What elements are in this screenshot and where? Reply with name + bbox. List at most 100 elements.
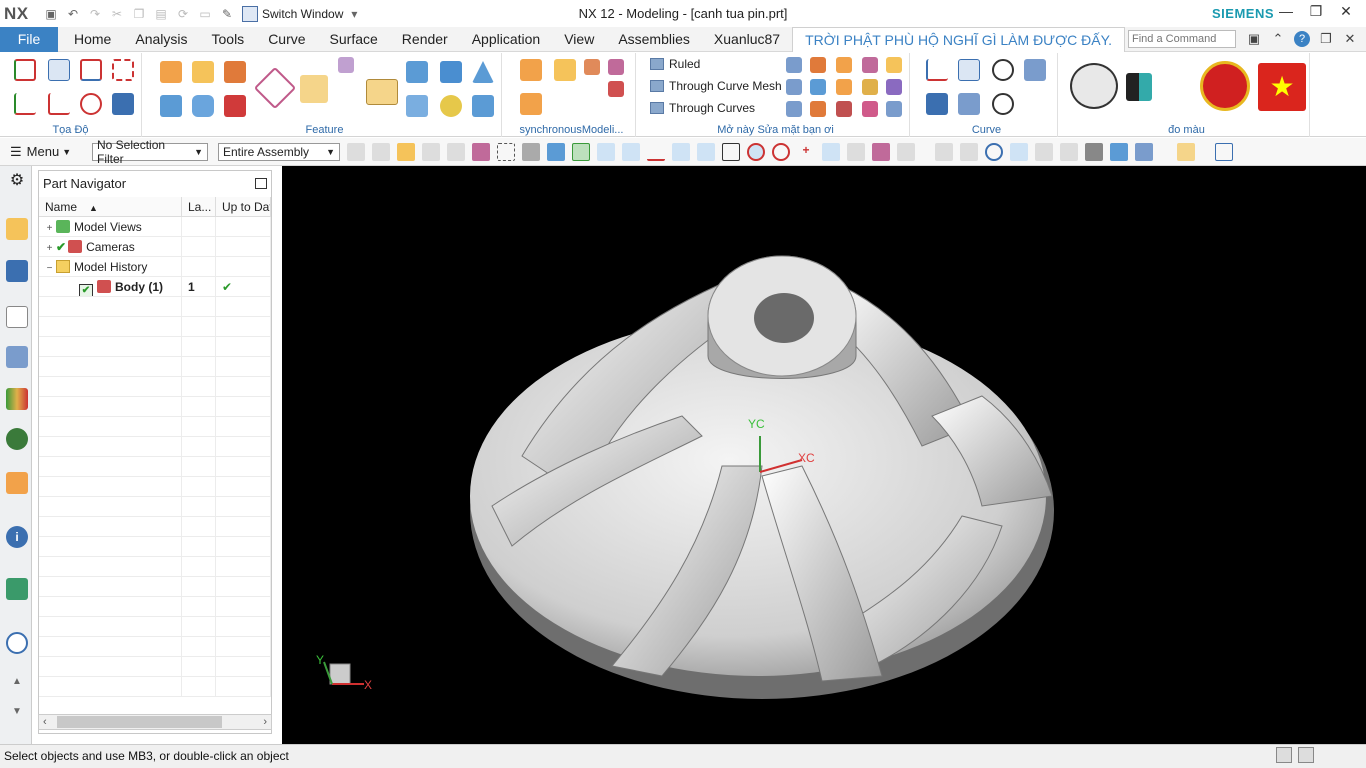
save-icon[interactable]: ▣ xyxy=(40,4,62,24)
tab-assemblies[interactable]: Assemblies xyxy=(606,27,702,52)
status-icon-2[interactable] xyxy=(1298,747,1314,763)
paste-icon[interactable]: ▤ xyxy=(150,4,172,24)
flag-icon[interactable]: ★ xyxy=(1258,63,1306,111)
expand-icon[interactable]: + xyxy=(45,239,54,256)
history-library-icon[interactable] xyxy=(6,388,28,410)
feature-select-icon[interactable] xyxy=(472,142,490,161)
restore-doc-icon[interactable]: ❐ xyxy=(1318,31,1334,47)
sphere-icon[interactable] xyxy=(440,95,462,117)
extend-sheet-icon[interactable] xyxy=(836,79,852,95)
color-picker-icon[interactable] xyxy=(1126,73,1152,101)
solid-icon[interactable] xyxy=(472,95,494,117)
maximize-navigator-icon[interactable] xyxy=(255,177,267,189)
shell-icon[interactable] xyxy=(338,57,354,73)
boolean-icon[interactable] xyxy=(224,95,246,117)
intersection-icon[interactable] xyxy=(672,142,690,161)
column-up-to-date[interactable]: Up to Dat xyxy=(216,197,271,216)
studio-surface-icon[interactable] xyxy=(810,57,826,73)
avatar-icon[interactable] xyxy=(1070,63,1118,109)
repeat-command-icon[interactable]: ⟳ xyxy=(172,4,194,24)
point-icon[interactable] xyxy=(992,59,1014,81)
revolve-icon[interactable] xyxy=(192,61,214,83)
resize-blend-icon[interactable] xyxy=(608,81,624,97)
close-doc-icon[interactable]: ✕ xyxy=(1342,31,1358,47)
rotate-view-icon[interactable] xyxy=(985,142,1003,161)
filter-icon[interactable] xyxy=(422,142,440,161)
tree-row-model-history[interactable]: − Model History xyxy=(39,257,271,277)
lasso-icon[interactable] xyxy=(447,142,465,161)
replace-face-icon[interactable] xyxy=(608,59,624,75)
scroll-right-icon[interactable]: › xyxy=(263,716,267,728)
info-icon[interactable]: i xyxy=(6,526,28,548)
offset-icon[interactable] xyxy=(406,95,428,117)
visibility-checkbox-icon[interactable]: ✔ xyxy=(79,284,93,296)
column-layer[interactable]: La... xyxy=(182,197,216,216)
wcs-rotate-icon[interactable] xyxy=(48,93,70,115)
through-curve-mesh-button[interactable]: Through Curve Mesh xyxy=(650,79,782,93)
point-on-surface-icon[interactable] xyxy=(847,142,865,161)
window-icon[interactable]: ▭ xyxy=(194,4,216,24)
undo-icon[interactable]: ↶ xyxy=(62,4,84,24)
fit-view-icon[interactable] xyxy=(935,142,953,161)
impeller-model[interactable]: YC XC X Y xyxy=(282,166,1366,744)
offset-region-icon[interactable] xyxy=(584,59,600,75)
cube-icon[interactable] xyxy=(440,61,462,83)
body-select-icon[interactable] xyxy=(522,142,540,161)
expand-icon[interactable]: + xyxy=(45,219,54,236)
emblem-icon[interactable] xyxy=(1200,61,1250,111)
enlarge-icon[interactable] xyxy=(862,79,878,95)
column-name[interactable]: Name ▲ xyxy=(39,197,182,216)
cylinder-icon[interactable] xyxy=(192,95,214,117)
circle-snap-icon[interactable] xyxy=(772,142,790,161)
tab-custom[interactable]: TRỜI PHẬT PHÙ HỘ NGHĨ GÌ LÀM ĐƯỢC ĐẤY. xyxy=(792,26,1126,52)
tab-tools[interactable]: Tools xyxy=(200,27,257,52)
web-browser-icon[interactable] xyxy=(6,578,28,600)
through-curves-button[interactable]: Through Curves xyxy=(650,101,755,115)
assembly-navigator-icon[interactable] xyxy=(6,218,28,240)
ribbon-options-icon[interactable]: ▣ xyxy=(1246,31,1262,47)
visualization-icon[interactable] xyxy=(6,428,28,450)
sew-icon[interactable] xyxy=(786,79,802,95)
measure-icon[interactable] xyxy=(1177,142,1195,161)
tab-xuanluc87[interactable]: Xuanluc87 xyxy=(702,27,792,52)
constraint-navigator-icon[interactable] xyxy=(6,260,28,282)
extrude-icon[interactable] xyxy=(160,61,182,83)
bounded-grid-icon[interactable] xyxy=(872,142,890,161)
x-form-icon[interactable] xyxy=(886,79,902,95)
untrim-icon[interactable] xyxy=(886,101,902,117)
render-style-icon[interactable] xyxy=(1085,142,1103,161)
menu-button[interactable]: ☰ Menu ▼ xyxy=(10,144,80,160)
minimize-button[interactable]: — xyxy=(1276,3,1296,20)
existing-point-icon[interactable]: + xyxy=(797,143,815,161)
status-icon-1[interactable] xyxy=(1276,747,1292,763)
face-select-icon[interactable] xyxy=(547,142,565,161)
switch-window-button[interactable]: Switch Window xyxy=(242,5,343,22)
tab-application[interactable]: Application xyxy=(460,27,553,52)
cut-icon[interactable]: ✂ xyxy=(106,4,128,24)
tree-row-cameras[interactable]: + ✔ Cameras xyxy=(39,237,271,257)
zoom-icon[interactable] xyxy=(960,142,978,161)
restore-button[interactable]: ❐ xyxy=(1306,3,1326,20)
control-point-icon[interactable] xyxy=(647,143,665,161)
bounded-plane-icon[interactable] xyxy=(836,57,852,73)
view-options-icon[interactable] xyxy=(1215,142,1233,161)
arc-icon[interactable] xyxy=(958,59,980,81)
file-tab[interactable]: File xyxy=(0,26,58,52)
tab-home[interactable]: Home xyxy=(62,27,123,52)
scope-dropdown[interactable]: Entire Assembly ▼ xyxy=(218,142,340,161)
tree-row-model-views[interactable]: + Model Views xyxy=(39,217,271,237)
trim-sheet-icon[interactable] xyxy=(886,57,902,73)
reuse-library-icon[interactable] xyxy=(6,346,28,368)
delete-face-icon[interactable] xyxy=(520,93,542,115)
work-layer-icon[interactable] xyxy=(1135,142,1153,161)
circle-icon[interactable] xyxy=(992,93,1014,115)
scroll-up-icon[interactable]: ▲ xyxy=(6,676,28,698)
redo-icon[interactable]: ↷ xyxy=(84,4,106,24)
pan-icon[interactable] xyxy=(1010,142,1028,161)
touch-mode-icon[interactable]: ✎ xyxy=(216,4,238,24)
select-icon[interactable] xyxy=(347,142,365,161)
save-wcs-icon[interactable] xyxy=(112,93,134,115)
wcs-origin-icon[interactable] xyxy=(14,93,36,115)
midpoint-icon[interactable] xyxy=(622,142,640,161)
snap-point-icon[interactable] xyxy=(572,142,590,161)
